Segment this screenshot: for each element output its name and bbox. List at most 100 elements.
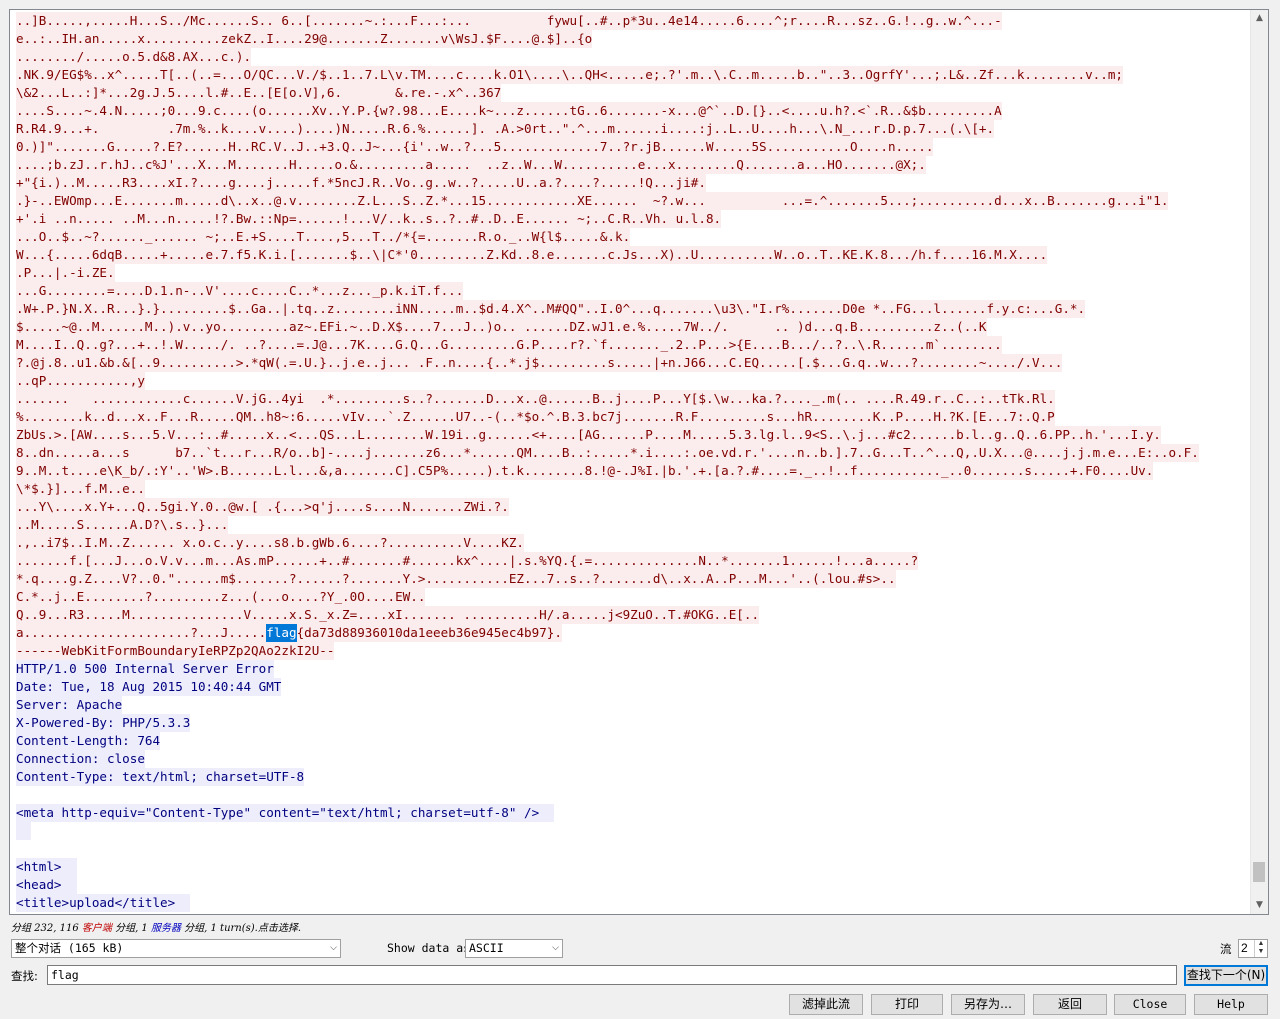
client-data-line[interactable]: R.R4.9...+. .7m.%..k....v....)....)N....…	[16, 120, 1250, 138]
line-text: 8..dn.....a...s b7..`t...r...R/o..b]-...…	[16, 444, 1199, 462]
back-button[interactable]: 返回	[1033, 994, 1107, 1015]
server-data-line[interactable]: Content-Type: text/html; charset=UTF-8	[16, 768, 1250, 786]
server-data-line[interactable]: Server: Apache	[16, 696, 1250, 714]
server-data-line[interactable]	[16, 786, 1250, 804]
client-data-line[interactable]: 9..M..t....e\K_b/.:Y'..'W>.B......L.l...…	[16, 462, 1250, 480]
stepper-arrows[interactable]: ▲ ▼	[1254, 940, 1267, 957]
line-text: <html>	[16, 858, 77, 876]
server-data-line[interactable]: <title>upload</title>	[16, 894, 1250, 912]
client-data-line[interactable]: .P...|.-i.ZE.	[16, 264, 1250, 282]
line-text: Q..9...R3.....M...............V.....x.S.…	[16, 606, 760, 624]
find-next-button[interactable]: 查找下一个(N)	[1184, 965, 1268, 986]
line-text: {da73d88936010da1eeeb36e945ec4b97}.	[296, 624, 562, 642]
line-text: ?.@j.8..u1.&b.&[..9..........>.*qW(.=.U.…	[16, 354, 1063, 372]
server-data-line[interactable]: Connection: close	[16, 750, 1250, 768]
stepper-up-icon[interactable]: ▲	[1255, 940, 1267, 948]
search-match-highlight: flag	[266, 624, 297, 642]
client-data-line[interactable]: .......f.[...J...o.V.v...m...As.mP......…	[16, 552, 1250, 570]
help-button[interactable]: Help	[1194, 994, 1268, 1015]
summary-client-label: 客户端	[81, 923, 112, 934]
server-data-line[interactable]: Date: Tue, 18 Aug 2015 10:40:44 GMT	[16, 678, 1250, 696]
client-data-line[interactable]: ------WebKitFormBoundaryIeRPZp2QAo2zkI2U…	[16, 642, 1250, 660]
client-data-line[interactable]: ....;b.zJ..r.hJ..c%J'...X...M.......H...…	[16, 156, 1250, 174]
line-text: e..:..IH.an.....x..........zekZ..I....29…	[16, 30, 593, 48]
stepper-down-icon[interactable]: ▼	[1255, 948, 1267, 956]
client-data-line[interactable]: Q..9...R3.....M...............V.....x.S.…	[16, 606, 1250, 624]
client-data-line[interactable]: ZbUs.>.[AW....s...5.V...:..#.....x..<...…	[16, 426, 1250, 444]
client-data-line[interactable]: C.*..j..E........?.........z...(...o....…	[16, 588, 1250, 606]
client-data-line[interactable]: .NK.9/EG$%..x^.....T[..(..=...O/QC...V./…	[16, 66, 1250, 84]
server-data-line[interactable]	[16, 822, 1250, 840]
scroll-down-icon[interactable]: ▼	[1251, 897, 1268, 914]
server-data-line[interactable]: Content-Length: 764	[16, 732, 1250, 750]
client-data-line[interactable]: 8..dn.....a...s b7..`t...r...R/o..b]-...…	[16, 444, 1250, 462]
line-text: \&2...L..:]*...2g.J.5....l.#..E..[E[o.V]…	[16, 84, 502, 102]
line-text: M....I..Q..g?...+..!.W...../. ..?....=.J…	[16, 336, 1002, 354]
client-data-line[interactable]: ......../.....o.5.d&8.AX...c.).	[16, 48, 1250, 66]
filter-out-stream-button[interactable]: 滤掉此流	[789, 994, 863, 1015]
client-data-line[interactable]: ...O..$..~?......_...... ~;..E.+S....T..…	[16, 228, 1250, 246]
line-text: C.*..j..E........?.........z...(...o....…	[16, 588, 426, 606]
client-data-line[interactable]: \&2...L..:]*...2g.J.5....l.#..E..[E[o.V]…	[16, 84, 1250, 102]
line-text: Content-Type: text/html; charset=UTF-8	[16, 768, 305, 786]
find-input[interactable]: flag	[47, 965, 1177, 985]
line-text: <title>upload</title>	[16, 894, 191, 912]
client-data-line[interactable]: e..:..IH.an.....x..........zekZ..I....29…	[16, 30, 1250, 48]
server-data-line[interactable]: HTTP/1.0 500 Internal Server Error	[16, 660, 1250, 678]
scrollbar-thumb[interactable]	[1253, 862, 1265, 882]
line-text: ..]B.....,.....H...S../Mc......S.. 6..[.…	[16, 12, 1002, 30]
client-data-line[interactable]: $.....~@..M......M..).v..yo.........az~.…	[16, 318, 1250, 336]
client-data-line[interactable]: ..qP...........,y	[16, 372, 1250, 390]
line-text: ..qP...........,y	[16, 372, 145, 390]
stream-label: 流	[1220, 942, 1232, 956]
client-data-line[interactable]: *.q....g.Z....V?..0."......m$.......?...…	[16, 570, 1250, 588]
summary-text: 分组, 1 turn(s).点击选择.	[180, 923, 302, 934]
server-data-line[interactable]	[16, 840, 1250, 858]
line-text: .}-..EWOmp...E.......m.....d\..x..@.v...…	[16, 192, 1169, 210]
show-data-label: Show data as	[387, 941, 471, 955]
client-data-line[interactable]: .}-..EWOmp...E.......m.....d\..x..@.v...…	[16, 192, 1250, 210]
client-data-line[interactable]: 0.)]".......G.....?.E?......H..RC.V..J..…	[16, 138, 1250, 156]
server-data-line[interactable]: <head>	[16, 876, 1250, 894]
summary-text: 分组 232, 116	[11, 923, 82, 934]
summary-server-label: 服务器	[150, 923, 181, 934]
print-button[interactable]: 打印	[871, 994, 943, 1015]
client-data-line[interactable]: W...{.....6dqB.....+.....e.7.f5.K.i.[...…	[16, 246, 1250, 264]
client-data-line[interactable]: M....I..Q..g?...+..!.W...../. ..?....=.J…	[16, 336, 1250, 354]
line-text: Connection: close	[16, 750, 145, 768]
line-text: R.R4.9...+. .7m.%..k....v....)....)N....…	[16, 120, 995, 138]
line-text: W...{.....6dqB.....+.....e.7.f5.K.i.[...…	[16, 246, 1048, 264]
line-text: ...G........=....D.1.n-..V'....c....C..*…	[16, 282, 464, 300]
client-data-line[interactable]: ....S....~.4.N.....;0...9.c....(o......X…	[16, 102, 1250, 120]
line-text: Server: Apache	[16, 696, 123, 714]
close-button[interactable]: Close	[1114, 994, 1186, 1015]
client-data-line[interactable]: ..]B.....,.....H...S../Mc......S.. 6..[.…	[16, 12, 1250, 30]
client-data-line[interactable]: %........k..d...x..F...R.....QM..h8~:6..…	[16, 408, 1250, 426]
client-data-line[interactable]: ...Y\....x.Y+...Q..5gi.Y.0..@w.[ .{...>q…	[16, 498, 1250, 516]
client-data-line[interactable]: ....... ............c......V.jG..4yi .*.…	[16, 390, 1250, 408]
client-data-line[interactable]: .W+.P.}N.X..R...}.}.........$..Ga..|.tq.…	[16, 300, 1250, 318]
scroll-up-icon[interactable]: ▲	[1251, 10, 1268, 27]
vertical-scrollbar[interactable]: ▲ ▼	[1250, 10, 1268, 914]
client-data-line[interactable]: +"{i.)..M.....R3....xI.?....g....j.....f…	[16, 174, 1250, 192]
server-data-line[interactable]: <meta http-equiv="Content-Type" content=…	[16, 804, 1250, 822]
client-data-line[interactable]: \*$.}]...f.M..e..	[16, 480, 1250, 498]
line-text: HTTP/1.0 500 Internal Server Error	[16, 660, 274, 678]
stream-number-stepper[interactable]: 2 ▲ ▼	[1238, 939, 1268, 958]
client-data-line[interactable]: ...G........=....D.1.n-..V'....c....C..*…	[16, 282, 1250, 300]
stream-text-area[interactable]: ..]B.....,.....H...S../Mc......S.. 6..[.…	[16, 12, 1250, 912]
client-data-line[interactable]: ..M.....S......A.D?\.s..}...	[16, 516, 1250, 534]
client-data-line[interactable]: ?.@j.8..u1.&b.&[..9..........>.*qW(.=.U.…	[16, 354, 1250, 372]
client-data-line[interactable]: .,..i7$..I.M..Z...... x.o.c..y....s8.b.g…	[16, 534, 1250, 552]
show-data-select[interactable]: ASCII ⌵	[465, 939, 563, 958]
line-text: .NK.9/EG$%..x^.....T[..(..=...O/QC...V./…	[16, 66, 1123, 84]
client-data-line[interactable]: +'.i ..n..... ..M...n.....!?.Bw.::Np=...…	[16, 210, 1250, 228]
server-data-line[interactable]: X-Powered-By: PHP/5.3.3	[16, 714, 1250, 732]
line-text: .......f.[...J...o.V.v...m...As.mP......…	[16, 552, 919, 570]
client-data-line[interactable]: a......................?...J.....flag{da…	[16, 624, 1250, 642]
conversation-select[interactable]: 整个对话 (165 kB) ⌵	[11, 939, 341, 958]
server-data-line[interactable]: <html>	[16, 858, 1250, 876]
stream-content-panel[interactable]: ..]B.....,.....H...S../Mc......S.. 6..[.…	[9, 9, 1269, 915]
line-text: Content-Length: 764	[16, 732, 161, 750]
save-as-button[interactable]: 另存为…	[951, 994, 1025, 1015]
